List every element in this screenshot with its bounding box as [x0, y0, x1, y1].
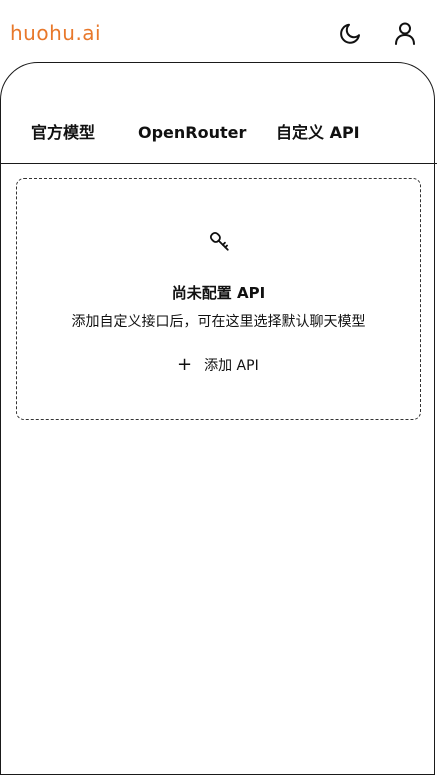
key-icon: [207, 229, 233, 255]
plus-icon: +: [177, 354, 193, 375]
tabs-divider: [0, 163, 437, 164]
empty-state-title: 尚未配置 API: [171, 284, 266, 302]
tab-custom-api[interactable]: 自定义 API: [276, 119, 360, 147]
top-bar: huohu.ai: [0, 0, 437, 67]
empty-state-card: 尚未配置 API 添加自定义接口后，可在这里选择默认聊天模型 + 添加 API: [16, 178, 421, 420]
empty-state-description: 添加自定义接口后，可在这里选择默认聊天模型: [71, 314, 366, 330]
model-source-tabs: 官方模型 OpenRouter 自定义 API: [1, 119, 434, 147]
add-api-label: 添加 API: [204, 358, 259, 374]
tab-openrouter[interactable]: OpenRouter: [138, 119, 246, 147]
tab-official-models[interactable]: 官方模型: [31, 119, 95, 147]
user-icon[interactable]: [392, 20, 418, 46]
logo: huohu.ai: [10, 21, 102, 45]
settings-panel: 官方模型 OpenRouter 自定义 API 尚未配置 API 添加自定义接口…: [0, 62, 437, 775]
add-api-button[interactable]: + 添加 API: [177, 353, 259, 377]
moon-icon[interactable]: [338, 20, 364, 46]
